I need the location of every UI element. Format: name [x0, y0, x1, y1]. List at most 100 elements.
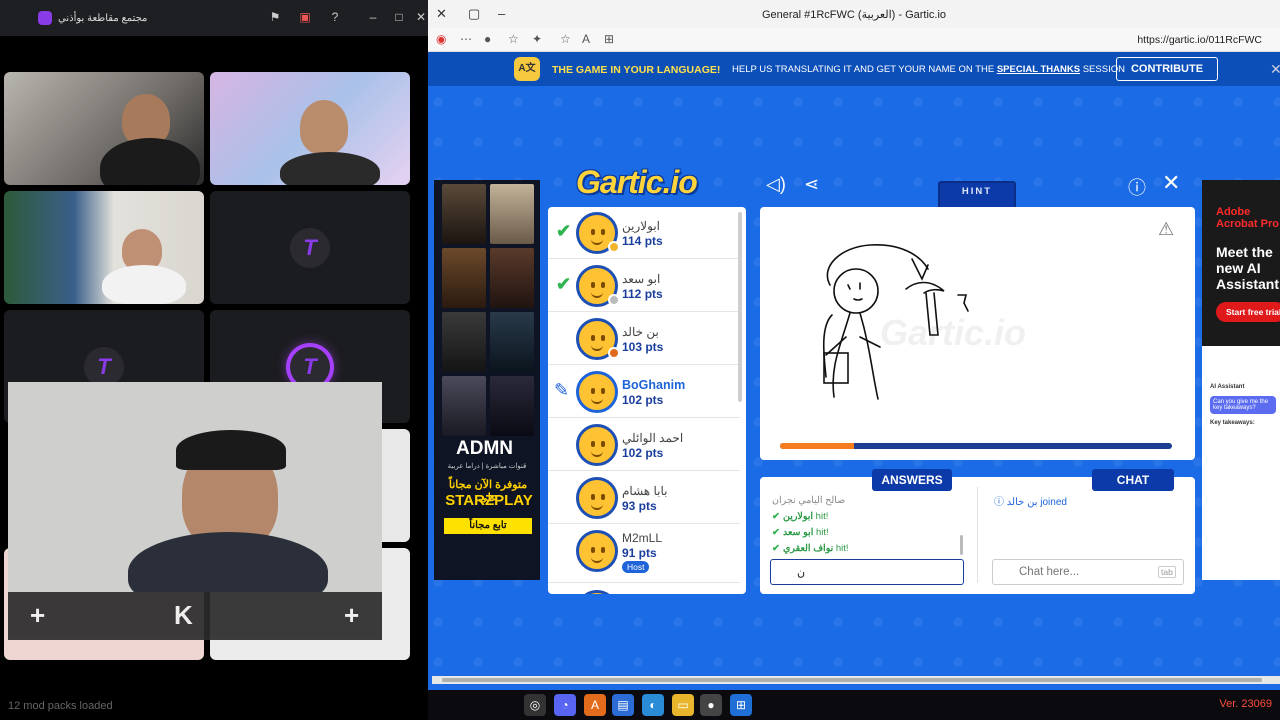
player-row[interactable]: بابا هشام 93 pts: [548, 472, 740, 524]
player-list-scrollbar[interactable]: [738, 212, 742, 402]
app-a-icon[interactable]: A: [584, 694, 606, 716]
chat-join-message: ⓘ بن خالد joined: [994, 497, 1067, 508]
banner-close-icon[interactable]: ✕: [1270, 61, 1280, 78]
close-icon[interactable]: ✕: [414, 10, 428, 24]
ad-cta-button[interactable]: Start free trial: [1216, 302, 1280, 322]
round-timer-fill: [780, 443, 855, 449]
exit-game-icon[interactable]: ✕: [1162, 170, 1180, 196]
drawing-canvas[interactable]: Gartic.io ⚠: [760, 207, 1195, 460]
player-name: M2mLL: [622, 531, 663, 545]
call-titlebar: مجتمع مقاطعة بوأذني ⚑ ▣ ? – □ ✕: [0, 0, 428, 36]
check-icon: ✔: [772, 543, 780, 554]
answer-entry: ✔ نواف العقري hit!: [772, 543, 849, 554]
extensions-icon[interactable]: ✦: [532, 32, 542, 46]
windows-start-icon[interactable]: ⊞: [730, 694, 752, 716]
minimize-icon[interactable]: –: [366, 10, 380, 24]
adobe-ad[interactable]: Adobe Acrobat Pro Meet the new AI Assist…: [1202, 180, 1280, 580]
player-row[interactable]: M2mLL 91 pts Host: [548, 525, 740, 583]
favorites-icon[interactable]: ☆: [508, 32, 519, 46]
horizontal-scrollbar[interactable]: [432, 676, 1280, 684]
player-row[interactable]: [548, 585, 740, 594]
server-logo-icon: [38, 11, 52, 25]
webcam-overlay-frame: + K +: [8, 592, 382, 640]
call-title: مجتمع مقاطعة بوأذني: [58, 12, 148, 24]
ad-starzplay: STARZPLAY: [445, 492, 533, 509]
help-icon[interactable]: ?: [328, 10, 342, 24]
player-row[interactable]: ✔ ابولارين 114 pts: [548, 207, 740, 259]
contribute-button[interactable]: CONTRIBUTE: [1116, 57, 1218, 81]
server-avatar-icon: T: [290, 227, 330, 268]
player-name: ابولارين: [622, 219, 660, 233]
tab-chat[interactable]: CHAT: [1092, 469, 1174, 491]
gartic-logo: Gartic.io: [576, 164, 698, 200]
video-tile-user-1[interactable]: [4, 72, 204, 185]
browser-titlebar: ✕ ▢ – General #1RcFWC (العربية) - Gartic…: [428, 0, 1280, 28]
sound-icon[interactable]: ◁): [766, 174, 786, 195]
answers-chat-panel: صالح اليامي نجران ✔ ابولارين hit! ✔ ابو سع…: [760, 477, 1195, 594]
player-points: 102 pts: [622, 393, 664, 407]
panel-divider: [977, 487, 978, 583]
player-name: احمد الوائلي: [622, 431, 684, 445]
check-icon: ✔: [772, 527, 780, 538]
apps-icon[interactable]: ⊞: [604, 32, 614, 46]
sparkle-icon: +: [30, 600, 46, 630]
store-icon[interactable]: ▤: [612, 694, 634, 716]
player-avatar: [576, 530, 618, 572]
sparkle-icon: +: [344, 600, 360, 630]
player-name: بن خالد: [622, 325, 659, 339]
player-row[interactable]: ✔ ابو سعد 112 pts: [548, 260, 740, 312]
hint-label: HINT: [961, 186, 993, 197]
page-title: General #1RcFWC (العربية) - Gartic.io: [761, 9, 947, 21]
ad-brand: ADMN: [456, 438, 513, 459]
edge-icon[interactable]: ◐: [642, 694, 664, 716]
player-avatar: [576, 477, 618, 519]
player-points: 102 pts: [622, 446, 664, 460]
flag-icon[interactable]: ⚑: [268, 10, 282, 24]
info-icon[interactable]: ⓘ: [1128, 174, 1146, 200]
read-aloud-icon[interactable]: A: [582, 32, 590, 46]
server-avatar-icon: T: [84, 346, 124, 387]
video-tile-user-2[interactable]: [210, 72, 410, 185]
player-points: 112 pts: [622, 287, 663, 301]
ad-cta-button[interactable]: تابع مجاناً: [444, 518, 532, 534]
player-avatar: [576, 424, 618, 466]
address-bar[interactable]: https://gartic.io/011RcFWC: [1137, 34, 1262, 46]
tab-answers[interactable]: ANSWERS: [872, 469, 952, 491]
special-thanks-link[interactable]: SPECIAL THANKS: [997, 64, 1080, 75]
player-name: BoGhanim: [622, 378, 686, 392]
video-tile-user-4[interactable]: T: [210, 191, 410, 304]
check-icon: ✔: [772, 511, 780, 522]
level-badge: [608, 294, 620, 306]
player-points: 114 pts: [622, 234, 663, 248]
translation-banner: A文 THE GAME IN YOUR LANGUAGE! HELP US TR…: [428, 52, 1280, 86]
star-icon[interactable]: ☆: [560, 32, 571, 46]
player-row[interactable]: ✎ BoGhanim 102 pts: [548, 366, 740, 418]
obs-icon[interactable]: ◎: [524, 694, 546, 716]
more-icon[interactable]: ⋯: [460, 32, 472, 46]
host-badge: Host: [622, 561, 650, 573]
banner-text: HELP US TRANSLATING IT AND GET YOUR NAME…: [732, 64, 1125, 75]
video-tile-user-3[interactable]: [4, 191, 204, 304]
player-row[interactable]: بن خالد 103 pts: [548, 313, 740, 365]
share-icon[interactable]: ⋖: [804, 174, 819, 195]
answers-scrollbar[interactable]: [960, 535, 963, 555]
profile-icon[interactable]: ●: [484, 32, 491, 46]
starzplay-ad[interactable]: ADMN قنوات مباشرة | دراما عربية متوفرة ا…: [434, 180, 540, 580]
player-row[interactable]: احمد الوائلي 102 pts: [548, 419, 740, 471]
answer-input[interactable]: [770, 559, 964, 585]
screen-share-icon[interactable]: ▣: [298, 10, 312, 24]
player-name: بابا هشام: [622, 484, 668, 498]
info-icon: ⓘ: [994, 497, 1007, 508]
app-dot-icon[interactable]: ●: [700, 694, 722, 716]
guessed-check-icon: ✔: [556, 274, 572, 294]
discord-icon[interactable]: ◔: [554, 694, 576, 716]
answers-list: صالح اليامي نجران ✔ ابولارين hit! ✔ ابو سع…: [772, 493, 962, 557]
chat-input[interactable]: [992, 559, 1184, 585]
browser-window: ✕ ▢ – General #1RcFWC (العربية) - Gartic…: [428, 0, 1280, 690]
maximize-icon[interactable]: □: [392, 10, 406, 24]
file-explorer-icon[interactable]: ▭: [672, 694, 694, 716]
copilot-icon[interactable]: ◉: [436, 32, 446, 46]
ad-brand: Adobe Acrobat Pro: [1216, 206, 1279, 230]
answer-entry: ✔ ابو سعد hit!: [772, 527, 829, 538]
player-points: 93 pts: [622, 499, 657, 513]
